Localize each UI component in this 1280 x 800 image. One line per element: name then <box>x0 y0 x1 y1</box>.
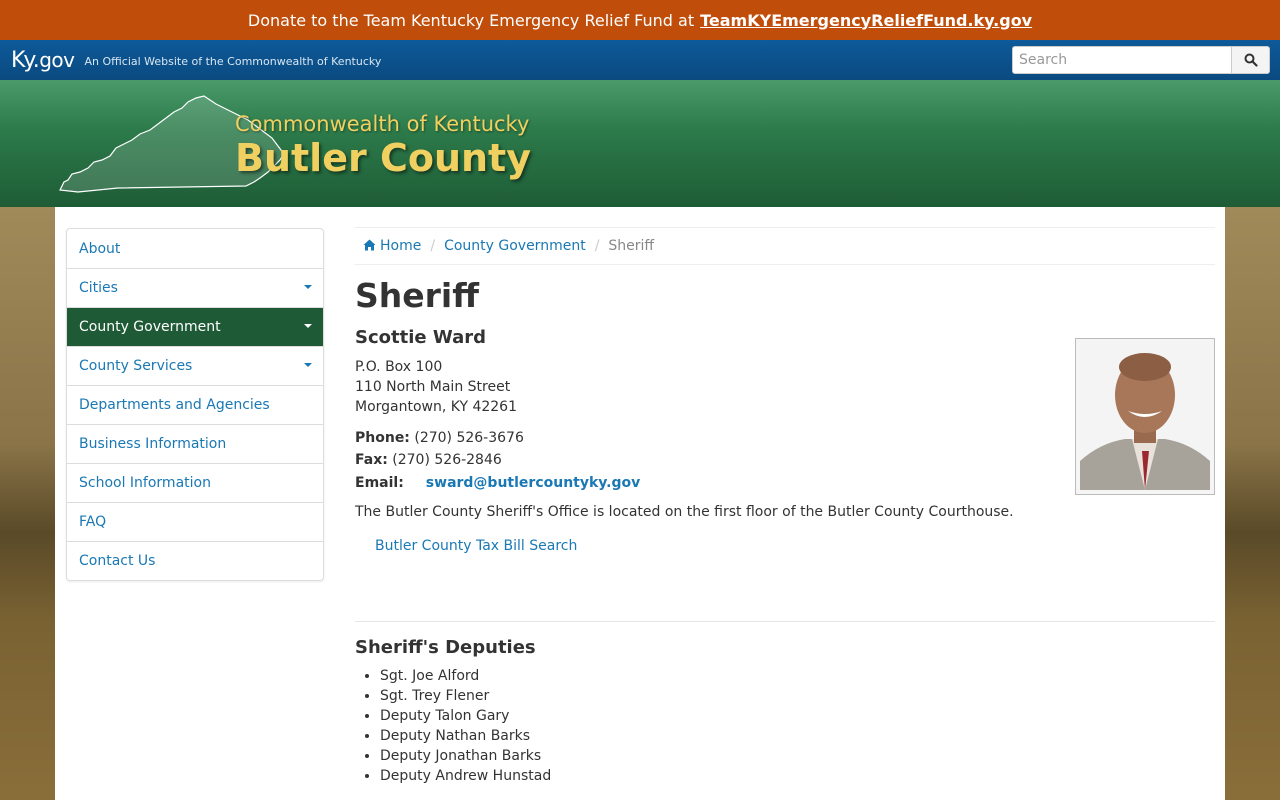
phone-value: (270) 526-3676 <box>414 430 524 446</box>
caret-down-icon <box>304 324 312 328</box>
section-divider <box>355 621 1215 622</box>
breadcrumb: Home / County Government / Sheriff <box>355 227 1215 265</box>
list-item: Deputy Jonathan Barks <box>380 746 1215 766</box>
sidebar-item-cities[interactable]: Cities <box>67 268 323 307</box>
phone-label: Phone: <box>355 430 410 446</box>
list-item: Deputy Andrew Hunstad <box>380 766 1215 786</box>
sidebar-item-label: School Information <box>79 475 211 491</box>
list-item: Sgt. Trey Flener <box>380 686 1215 706</box>
site-header: Commonwealth of Kentucky Butler County <box>0 80 1280 207</box>
search-button[interactable] <box>1232 46 1270 74</box>
sidebar-item-faq[interactable]: FAQ <box>67 502 323 541</box>
search-input[interactable] <box>1012 46 1232 74</box>
sidebar-item-label: Business Information <box>79 436 227 452</box>
sidebar-item-label: Departments and Agencies <box>79 397 270 413</box>
kygov-tagline: An Official Website of the Commonwealth … <box>84 54 382 68</box>
commonwealth-label: Commonwealth of Kentucky <box>235 112 530 136</box>
home-icon <box>363 239 376 251</box>
kygov-logo-gov: gov <box>39 47 75 72</box>
breadcrumb-current: Sheriff <box>608 238 655 254</box>
list-item: Deputy Talon Gary <box>380 706 1215 726</box>
page-title: Sheriff <box>355 276 479 315</box>
main-container: About Cities County Government County Se… <box>55 207 1225 800</box>
sidebar-item-contact[interactable]: Contact Us <box>67 541 323 580</box>
donate-text: Donate to the Team Kentucky Emergency Re… <box>247 10 695 30</box>
sheriff-photo <box>1075 338 1215 495</box>
kygov-logo-ky: Ky. <box>11 47 40 73</box>
deputies-list: Sgt. Joe Alford Sgt. Trey Flener Deputy … <box>380 666 1215 786</box>
caret-down-icon <box>304 285 312 289</box>
sidebar-nav: About Cities County Government County Se… <box>66 228 324 581</box>
sidebar-item-about[interactable]: About <box>67 229 323 268</box>
breadcrumb-home[interactable]: Home <box>363 238 421 254</box>
email-link[interactable]: sward@butlercountyky.gov <box>426 475 640 491</box>
sheriff-photo-image <box>1080 343 1210 490</box>
caret-down-icon <box>304 363 312 367</box>
list-item: Deputy Nathan Barks <box>380 726 1215 746</box>
sidebar-item-label: Contact Us <box>79 553 156 569</box>
main-content: Home / County Government / Sheriff Sheri… <box>355 227 1215 786</box>
sidebar-item-label: About <box>79 240 121 257</box>
breadcrumb-separator: / <box>430 238 436 254</box>
search-icon <box>1244 53 1258 67</box>
sidebar-item-business[interactable]: Business Information <box>67 424 323 463</box>
breadcrumb-separator: / <box>594 238 600 254</box>
fax-label: Fax: <box>355 452 388 468</box>
sidebar-item-label: County Government <box>79 319 221 335</box>
donate-banner: Donate to the Team Kentucky Emergency Re… <box>0 0 1280 40</box>
sidebar-item-county-government[interactable]: County Government <box>67 307 323 346</box>
email-label: Email: <box>355 475 404 491</box>
sidebar-item-label: Cities <box>79 280 118 296</box>
deputies-heading: Sheriff's Deputies <box>355 637 536 658</box>
sidebar-item-county-services[interactable]: County Services <box>67 346 323 385</box>
sidebar-item-label: County Services <box>79 358 193 374</box>
portrait-image <box>1080 343 1210 490</box>
county-name[interactable]: Butler County <box>235 136 531 180</box>
search-box <box>1012 46 1270 74</box>
sidebar-item-departments[interactable]: Departments and Agencies <box>67 385 323 424</box>
kygov-bar: Ky.gov An Official Website of the Common… <box>0 40 1280 80</box>
office-description: The Butler County Sheriff's Office is lo… <box>355 504 1014 520</box>
sidebar-item-school[interactable]: School Information <box>67 463 323 502</box>
breadcrumb-county-government[interactable]: County Government <box>444 238 586 254</box>
list-item: Sgt. Joe Alford <box>380 666 1215 686</box>
breadcrumb-home-label: Home <box>380 238 422 254</box>
sidebar-item-label: FAQ <box>79 514 107 530</box>
donate-link[interactable]: TeamKYEmergencyReliefFund.ky.gov <box>700 11 1032 30</box>
background-left <box>0 207 55 800</box>
tax-bill-search-link[interactable]: Butler County Tax Bill Search <box>375 538 577 554</box>
background-right <box>1225 207 1280 800</box>
kygov-logo[interactable]: Ky.gov <box>11 47 75 73</box>
fax-value: (270) 526-2846 <box>392 452 502 468</box>
